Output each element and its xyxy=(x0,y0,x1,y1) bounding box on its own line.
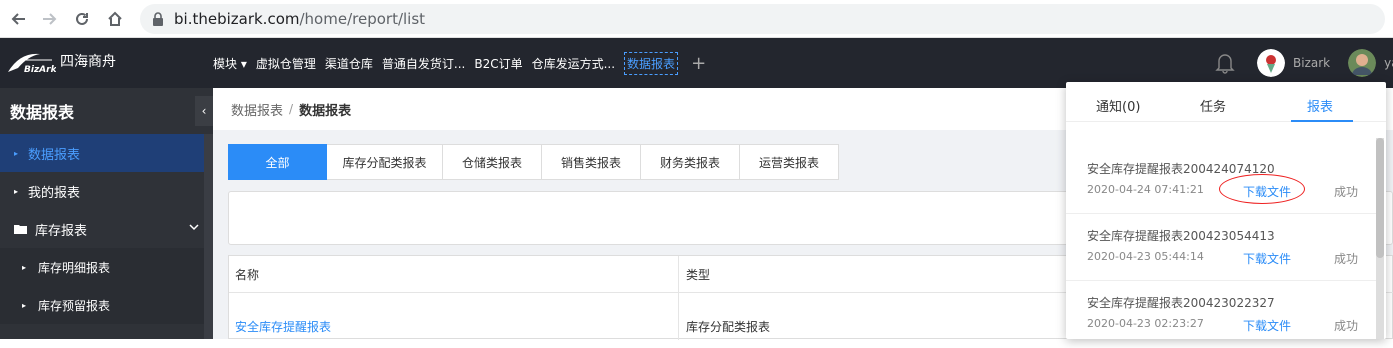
tab-sales[interactable]: 销售类报表 xyxy=(542,144,641,180)
home-icon[interactable] xyxy=(105,9,125,29)
caret-right-icon: ▸ xyxy=(22,262,27,272)
column-header-type[interactable]: 类型 xyxy=(686,266,710,283)
caret-right-icon: ▸ xyxy=(14,148,19,158)
app-topbar: BizArk 四海商舟 模块 ▾ 虚拟仓管理 渠道仓库 普通自发货订... B2… xyxy=(0,38,1393,88)
table-cell-name[interactable]: 安全库存提醒报表 xyxy=(235,318,331,335)
logo[interactable]: BizArk 四海商舟 xyxy=(6,48,116,74)
download-file-link[interactable]: 下载文件 xyxy=(1243,183,1291,200)
bizark-logo-icon: BizArk xyxy=(8,53,56,74)
sidebar: 数据报表 ‹ ▸ 数据报表 ▸ 我的报表 库存报表 ▸ 库存明细报表 ▸ 库存预… xyxy=(0,88,213,339)
active-tab-indicator xyxy=(1291,120,1353,122)
user2-name[interactable]: yac xyxy=(1384,56,1393,70)
nav-self-ship-orders[interactable]: 普通自发货订... xyxy=(382,55,465,72)
sidebar-scrollbar[interactable] xyxy=(204,134,213,339)
notification-item: 安全库存提醒报表200423054413 2020-04-23 05:44:14… xyxy=(1066,214,1376,281)
nav-module[interactable]: 模块 ▾ xyxy=(213,55,247,72)
tab-operations[interactable]: 运营类报表 xyxy=(740,144,839,180)
lock-icon xyxy=(153,12,163,26)
user2-avatar[interactable] xyxy=(1348,49,1377,77)
breadcrumb-current: 数据报表 xyxy=(299,103,352,119)
notification-title: 安全库存提醒报表200423022327 xyxy=(1087,296,1275,310)
breadcrumb-separator: / xyxy=(289,102,294,116)
dropdown-tabs: 通知(0) 任务 报表 xyxy=(1066,82,1386,122)
sidebar-item-data-reports[interactable]: ▸ 数据报表 xyxy=(0,134,213,172)
breadcrumb-parent[interactable]: 数据报表 xyxy=(231,100,283,119)
caret-right-icon: ▸ xyxy=(22,300,27,310)
sidebar-collapse-button[interactable]: ‹ xyxy=(195,96,213,126)
url-host: bi.thebizark.com xyxy=(174,10,300,28)
forward-icon[interactable] xyxy=(40,9,60,29)
svg-text:BizArk: BizArk xyxy=(24,65,56,74)
column-header-name[interactable]: 名称 xyxy=(235,266,259,283)
download-file-link[interactable]: 下载文件 xyxy=(1243,250,1291,267)
tab-warehousing[interactable]: 仓储类报表 xyxy=(443,144,542,180)
sidebar-subitem-inventory-reserve[interactable]: ▸ 库存预留报表 xyxy=(0,286,213,324)
nav-data-reports[interactable]: 数据报表 xyxy=(624,51,679,75)
sidebar-item-inventory-reports[interactable]: 库存报表 xyxy=(0,210,213,248)
notification-dropdown: 通知(0) 任务 报表 安全库存提醒报表200424074120 2020-04… xyxy=(1066,82,1386,339)
dropdown-scrollbar-thumb[interactable] xyxy=(1376,138,1384,258)
sidebar-item-label: 我的报表 xyxy=(28,185,81,201)
notification-status: 成功 xyxy=(1334,319,1359,333)
top-nav: 模块 ▾ 虚拟仓管理 渠道仓库 普通自发货订... B2C订单 仓库发运方式..… xyxy=(213,38,706,88)
notification-item: 安全库存提醒报表200423022327 2020-04-23 02:23:27… xyxy=(1066,281,1376,348)
tab-inventory-allocation[interactable]: 库存分配类报表 xyxy=(327,144,443,180)
sidebar-title: 数据报表 xyxy=(0,88,213,134)
tab-reports[interactable]: 报表 xyxy=(1307,96,1333,115)
folder-icon xyxy=(14,225,27,234)
nav-channel-warehouse[interactable]: 渠道仓库 xyxy=(325,55,373,72)
user-avatar[interactable] xyxy=(1257,49,1285,77)
caret-right-icon: ▸ xyxy=(14,186,19,196)
sidebar-subitem-inventory-detail[interactable]: ▸ 库存明细报表 xyxy=(0,248,213,286)
url-path: /home/report/list xyxy=(299,10,426,28)
tab-tasks[interactable]: 任务 xyxy=(1200,96,1226,115)
tab-notifications[interactable]: 通知(0) xyxy=(1096,96,1140,115)
tab-finance[interactable]: 财务类报表 xyxy=(641,144,740,180)
topbar-right: Bizark yac xyxy=(1215,38,1393,88)
chevron-down-icon xyxy=(189,224,199,231)
notification-time: 2020-04-23 05:44:14 xyxy=(1087,250,1204,263)
notification-status: 成功 xyxy=(1334,252,1359,266)
download-file-link[interactable]: 下载文件 xyxy=(1243,317,1291,334)
notification-time: 2020-04-23 02:23:27 xyxy=(1087,317,1204,330)
table-cell-type: 库存分配类报表 xyxy=(686,320,771,334)
sidebar-subitem-label: 库存明细报表 xyxy=(38,260,111,275)
sidebar-subitem-label: 库存预留报表 xyxy=(38,298,111,313)
address-bar[interactable]: bi.thebizark.com/home/report/list xyxy=(140,4,1385,34)
sidebar-item-label: 库存报表 xyxy=(35,223,88,239)
column-divider xyxy=(678,256,679,340)
nav-virtual-warehouse[interactable]: 虚拟仓管理 xyxy=(256,55,316,72)
user-name[interactable]: Bizark xyxy=(1293,56,1330,70)
notification-title: 安全库存提醒报表200423054413 xyxy=(1087,229,1275,243)
notification-status: 成功 xyxy=(1334,185,1359,199)
nav-shipping-methods[interactable]: 仓库发运方式... xyxy=(532,55,615,72)
browser-toolbar: bi.thebizark.com/home/report/list xyxy=(0,0,1393,38)
nav-b2c-orders[interactable]: B2C订单 xyxy=(474,55,522,72)
reload-icon[interactable] xyxy=(72,9,92,29)
tab-all[interactable]: 全部 xyxy=(228,144,327,180)
notification-item: 安全库存提醒报表200424074120 2020-04-24 07:41:21… xyxy=(1066,147,1376,214)
back-icon[interactable] xyxy=(8,9,28,29)
add-tab-icon[interactable]: + xyxy=(691,53,706,74)
report-tabs: 全部 库存分配类报表 仓储类报表 销售类报表 财务类报表 运营类报表 xyxy=(228,144,839,180)
sidebar-item-my-reports[interactable]: ▸ 我的报表 xyxy=(0,172,213,210)
bell-icon[interactable] xyxy=(1215,52,1235,74)
logo-text: 四海商舟 xyxy=(60,54,116,70)
notification-time: 2020-04-24 07:41:21 xyxy=(1087,183,1204,196)
sidebar-item-label: 数据报表 xyxy=(28,147,81,163)
